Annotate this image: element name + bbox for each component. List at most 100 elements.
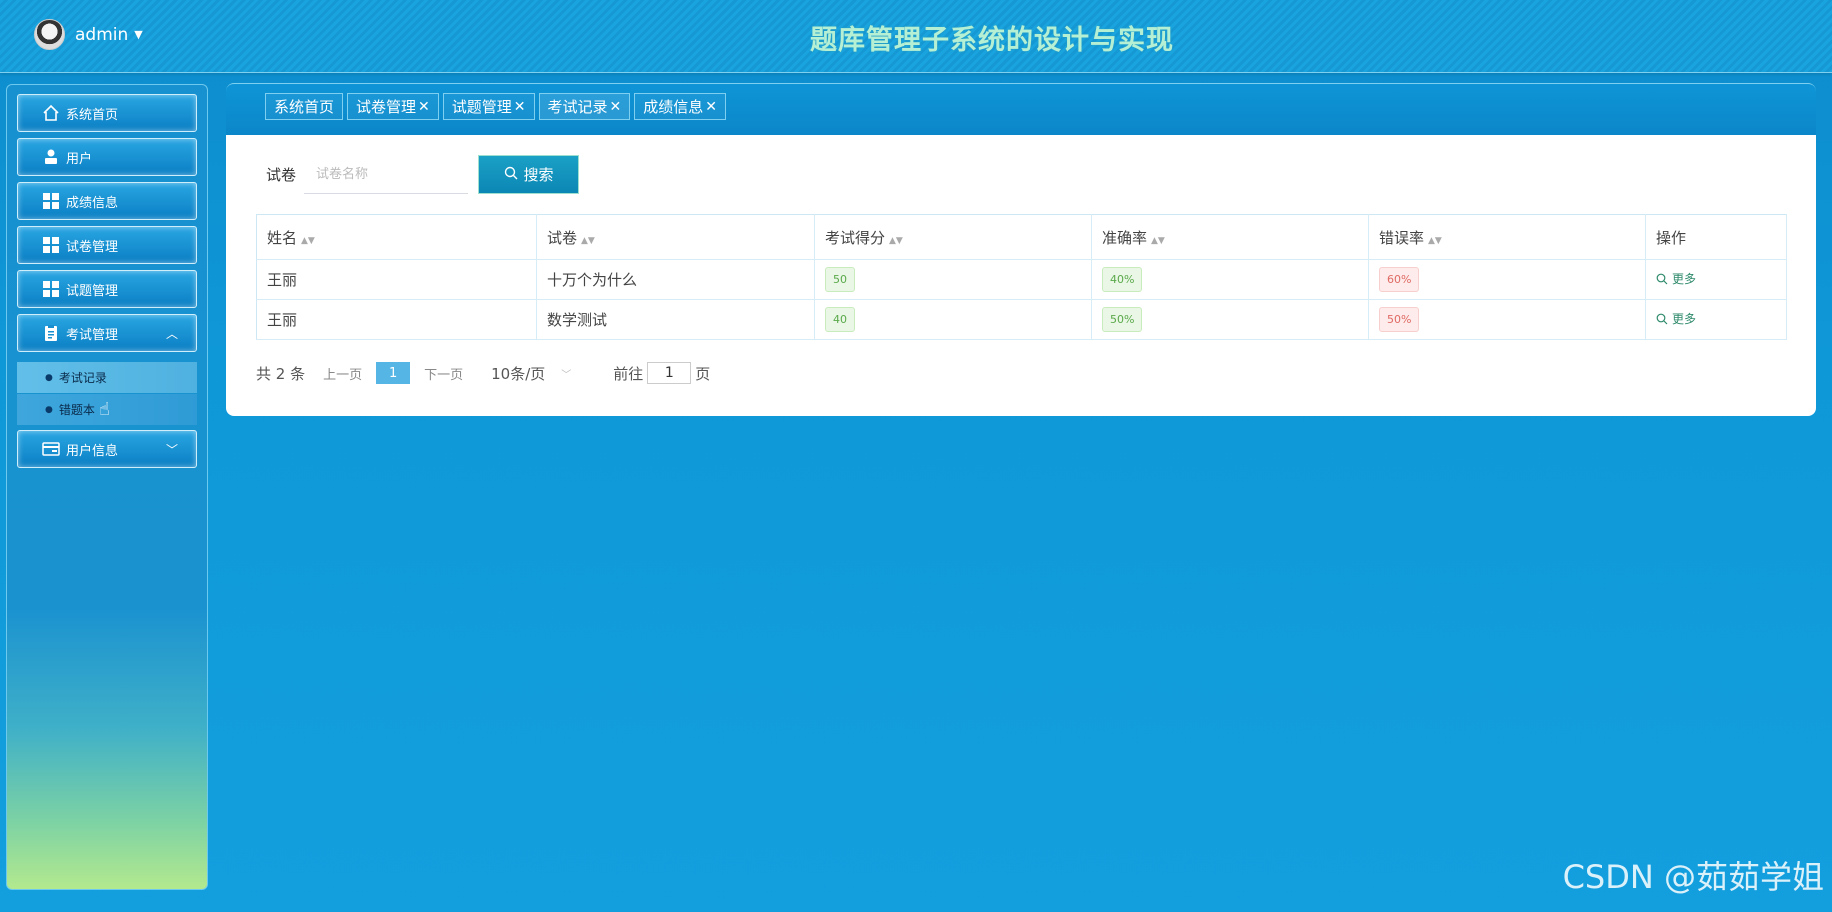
sidebar-item-label: 系统首页 [66, 107, 119, 123]
bullet-icon: ● [45, 404, 53, 415]
search-icon [504, 166, 518, 184]
goto-page: 前往 页 [613, 362, 710, 384]
page-size-value: 10条/页 [491, 364, 546, 383]
search-button-label: 搜索 [523, 166, 554, 184]
column-header-paper[interactable]: 试卷 ▲▼ [536, 214, 815, 260]
close-icon[interactable]: ✕ [705, 99, 717, 115]
tab-label: 试题管理 [451, 98, 512, 116]
error-rate-tag: 60% [1379, 267, 1420, 292]
chevron-up-icon: ︿ [165, 327, 178, 341]
pagination: 共 2 条 上一页 1 下一页 10条/页 ﹀ 前往 页 [256, 362, 710, 384]
tab-question-management[interactable]: 试题管理 ✕ [442, 93, 535, 120]
tab-label: 系统首页 [274, 98, 335, 116]
score-tag: 40 [825, 307, 855, 332]
exam-records-table: 姓名 ▲▼ 试卷 ▲▼ 考试得分 ▲▼ 准确率 ▲▼ 错误率 ▲▼ 操作 王丽 十万个为什… [256, 214, 1787, 340]
sort-icon[interactable]: ▲▼ [1151, 236, 1165, 246]
cell-actions: 更多 [1645, 299, 1787, 340]
sidebar-item-user[interactable]: 用户 [17, 138, 197, 176]
column-header-name[interactable]: 姓名 ▲▼ [256, 214, 537, 260]
grid-icon [42, 192, 60, 210]
card-icon [42, 440, 60, 458]
cell-accuracy: 50% [1091, 299, 1369, 340]
column-label: 考试得分 [825, 228, 886, 247]
tab-home[interactable]: 系统首页 [265, 93, 344, 120]
goto-prefix: 前往 [613, 364, 644, 383]
column-label: 操作 [1656, 228, 1687, 247]
tab-exam-records[interactable]: 考试记录 ✕ [538, 93, 631, 120]
tab-label: 考试记录 [547, 98, 608, 116]
total-count: 共 2 条 [256, 364, 306, 383]
search-icon [1656, 273, 1668, 285]
tab-score-info[interactable]: 成绩信息 ✕ [634, 93, 727, 120]
table-row: 王丽 数学测试 40 50% 50% 更多 [256, 299, 1787, 340]
clipboard-icon [42, 324, 60, 342]
sidebar: 系统首页 用户 成绩信息 试卷管理 试题管理 考试管理 ︿ ● 考试记录 ● 错… [6, 84, 208, 890]
sort-icon[interactable]: ▲▼ [1428, 236, 1442, 246]
sidebar-item-papers[interactable]: 试卷管理 [17, 226, 197, 264]
cell-paper: 十万个为什么 [536, 259, 815, 300]
tab-label: 试卷管理 [356, 98, 417, 116]
search-bar: 试卷 搜索 [266, 155, 580, 194]
tabs-bar: 系统首页 试卷管理 ✕ 试题管理 ✕ 考试记录 ✕ 成绩信息 ✕ [226, 83, 1816, 138]
cell-accuracy: 40% [1091, 259, 1369, 300]
sidebar-item-home[interactable]: 系统首页 [17, 94, 197, 132]
mouse-pointer-icon: ☝ [99, 399, 110, 420]
more-label: 更多 [1672, 272, 1697, 287]
search-button[interactable]: 搜索 [478, 155, 580, 194]
error-rate-tag: 50% [1379, 307, 1420, 332]
page-size-select[interactable]: 10条/页 ﹀ [491, 363, 571, 384]
sidebar-item-label: 用户 [66, 151, 93, 167]
more-button[interactable]: 更多 [1656, 310, 1696, 327]
sidebar-item-label: 用户信息 [66, 443, 119, 459]
content-panel: 试卷 搜索 姓名▲▼ 试卷▲▼ 考试得分▲▼ 准确率▲▼ 错误率▲▼ 操作 王丽… [226, 135, 1816, 416]
sidebar-subitem-exam-records[interactable]: ● 考试记录 [17, 362, 197, 393]
score-tag: 50 [825, 267, 855, 292]
tab-list: 系统首页 试卷管理 ✕ 试题管理 ✕ 考试记录 ✕ 成绩信息 ✕ [265, 93, 727, 120]
tab-paper-management[interactable]: 试卷管理 ✕ [347, 93, 439, 120]
column-header-accuracy[interactable]: 准确率 ▲▼ [1091, 214, 1369, 260]
sidebar-item-exam-management[interactable]: 考试管理 ︿ [17, 314, 197, 352]
cell-paper: 数学测试 [536, 299, 815, 340]
sort-icon[interactable]: ▲▼ [889, 236, 903, 246]
top-header: admin ▼ 题库管理子系统的设计与实现 [0, 0, 1832, 73]
sidebar-item-label: 成绩信息 [66, 195, 119, 211]
grid-icon [42, 236, 60, 254]
sidebar-item-user-info[interactable]: 用户信息 ﹀ [17, 430, 197, 468]
more-button[interactable]: 更多 [1656, 270, 1696, 287]
table-row: 王丽 十万个为什么 50 40% 60% 更多 [256, 259, 1787, 300]
prev-page-button[interactable]: 上一页 [323, 364, 362, 383]
paper-name-input[interactable] [304, 155, 469, 194]
close-icon[interactable]: ✕ [514, 99, 526, 115]
sidebar-item-label: 考试管理 [66, 327, 119, 343]
column-header-error-rate[interactable]: 错误率 ▲▼ [1368, 214, 1646, 260]
cell-name: 王丽 [256, 299, 537, 340]
column-label: 准确率 [1102, 228, 1148, 247]
more-label: 更多 [1672, 312, 1697, 327]
tab-label: 成绩信息 [643, 98, 704, 116]
search-label: 试卷 [266, 166, 297, 184]
accuracy-tag: 40% [1102, 267, 1143, 292]
sort-icon[interactable]: ▲▼ [301, 236, 315, 246]
column-header-score[interactable]: 考试得分 ▲▼ [814, 214, 1092, 260]
goto-suffix: 页 [695, 364, 711, 383]
chevron-down-icon: ﹀ [561, 369, 572, 381]
goto-page-input[interactable] [647, 362, 692, 384]
cell-error-rate: 60% [1368, 259, 1646, 300]
sidebar-item-scores[interactable]: 成绩信息 [17, 182, 197, 220]
bullet-icon: ● [45, 372, 53, 383]
close-icon[interactable]: ✕ [610, 99, 622, 115]
close-icon[interactable]: ✕ [418, 99, 430, 115]
cell-name: 王丽 [256, 259, 537, 300]
cell-score: 40 [814, 299, 1092, 340]
column-header-actions: 操作 [1645, 214, 1787, 260]
watermark: CSDN @茹茹学姐 [1562, 858, 1824, 896]
sort-icon[interactable]: ▲▼ [581, 236, 595, 246]
sidebar-subitem-label: 考试记录 [58, 371, 107, 385]
column-label: 试卷 [547, 228, 578, 247]
sidebar-item-questions[interactable]: 试题管理 [17, 270, 197, 308]
search-icon [1656, 313, 1668, 325]
next-page-button[interactable]: 下一页 [424, 364, 463, 383]
chevron-down-icon: ﹀ [165, 443, 178, 457]
page-number-button[interactable]: 1 [376, 362, 411, 384]
sidebar-item-label: 试卷管理 [66, 239, 119, 255]
